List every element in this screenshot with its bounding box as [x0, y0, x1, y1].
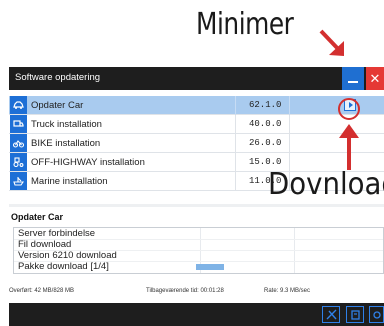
download-annotation-label: Dovnload [268, 167, 384, 202]
package-version: 15.0.0 [249, 157, 282, 167]
download-log: Server forbindelse Fil download Version … [13, 227, 384, 274]
transferred-status: Overført: 42 MB/828 MB [9, 288, 75, 294]
arrow-down-right-icon [319, 29, 344, 56]
section-divider [9, 204, 384, 207]
close-button[interactable]: ✕ [366, 67, 384, 90]
truck-icon [10, 115, 27, 133]
panel-icon[interactable] [346, 306, 364, 323]
boat-icon [10, 172, 27, 190]
package-name: OFF-HIGHWAY installation [31, 157, 145, 168]
package-name: BIKE installation [31, 138, 101, 149]
car-icon [10, 96, 27, 114]
log-line: Server forbindelse [18, 228, 96, 239]
detail-title: Opdater Car [11, 212, 64, 222]
highlight-circle [338, 98, 360, 120]
remaining-time-status: Tilbageværende tid: 00:01:28 [146, 288, 224, 294]
package-name: Opdater Car [31, 100, 84, 111]
log-line: Version 6210 download [18, 250, 117, 261]
log-line: Pakke download [1/4] [18, 261, 109, 272]
title-bar: Software opdatering ✕ [9, 67, 384, 90]
rate-status: Rate: 9.3 MB/sec [264, 288, 311, 294]
car-settings-icon[interactable] [369, 306, 384, 323]
package-version: 26.0.0 [249, 138, 282, 148]
window-title: Software opdatering [15, 72, 101, 83]
package-name: Marine installation [31, 176, 108, 187]
arrow-up-icon [339, 124, 359, 170]
bottom-toolbar [9, 303, 384, 326]
bike-icon [10, 134, 27, 152]
package-name: Truck installation [31, 119, 102, 130]
package-row-bike[interactable]: BIKE installation 26.0.0 [9, 134, 384, 153]
package-progress-bar [196, 264, 224, 270]
package-version: 40.0.0 [249, 119, 282, 129]
minimize-annotation-label: Minimer [196, 7, 294, 42]
minimize-button[interactable] [342, 67, 364, 90]
log-line: Fil download [18, 239, 72, 250]
package-row-car[interactable]: Opdater Car 62.1.0 [9, 96, 384, 115]
tools-icon[interactable] [322, 306, 340, 323]
package-row-truck[interactable]: Truck installation 40.0.0 [9, 115, 384, 134]
package-version: 62.1.0 [249, 100, 282, 110]
tractor-icon [10, 153, 27, 171]
